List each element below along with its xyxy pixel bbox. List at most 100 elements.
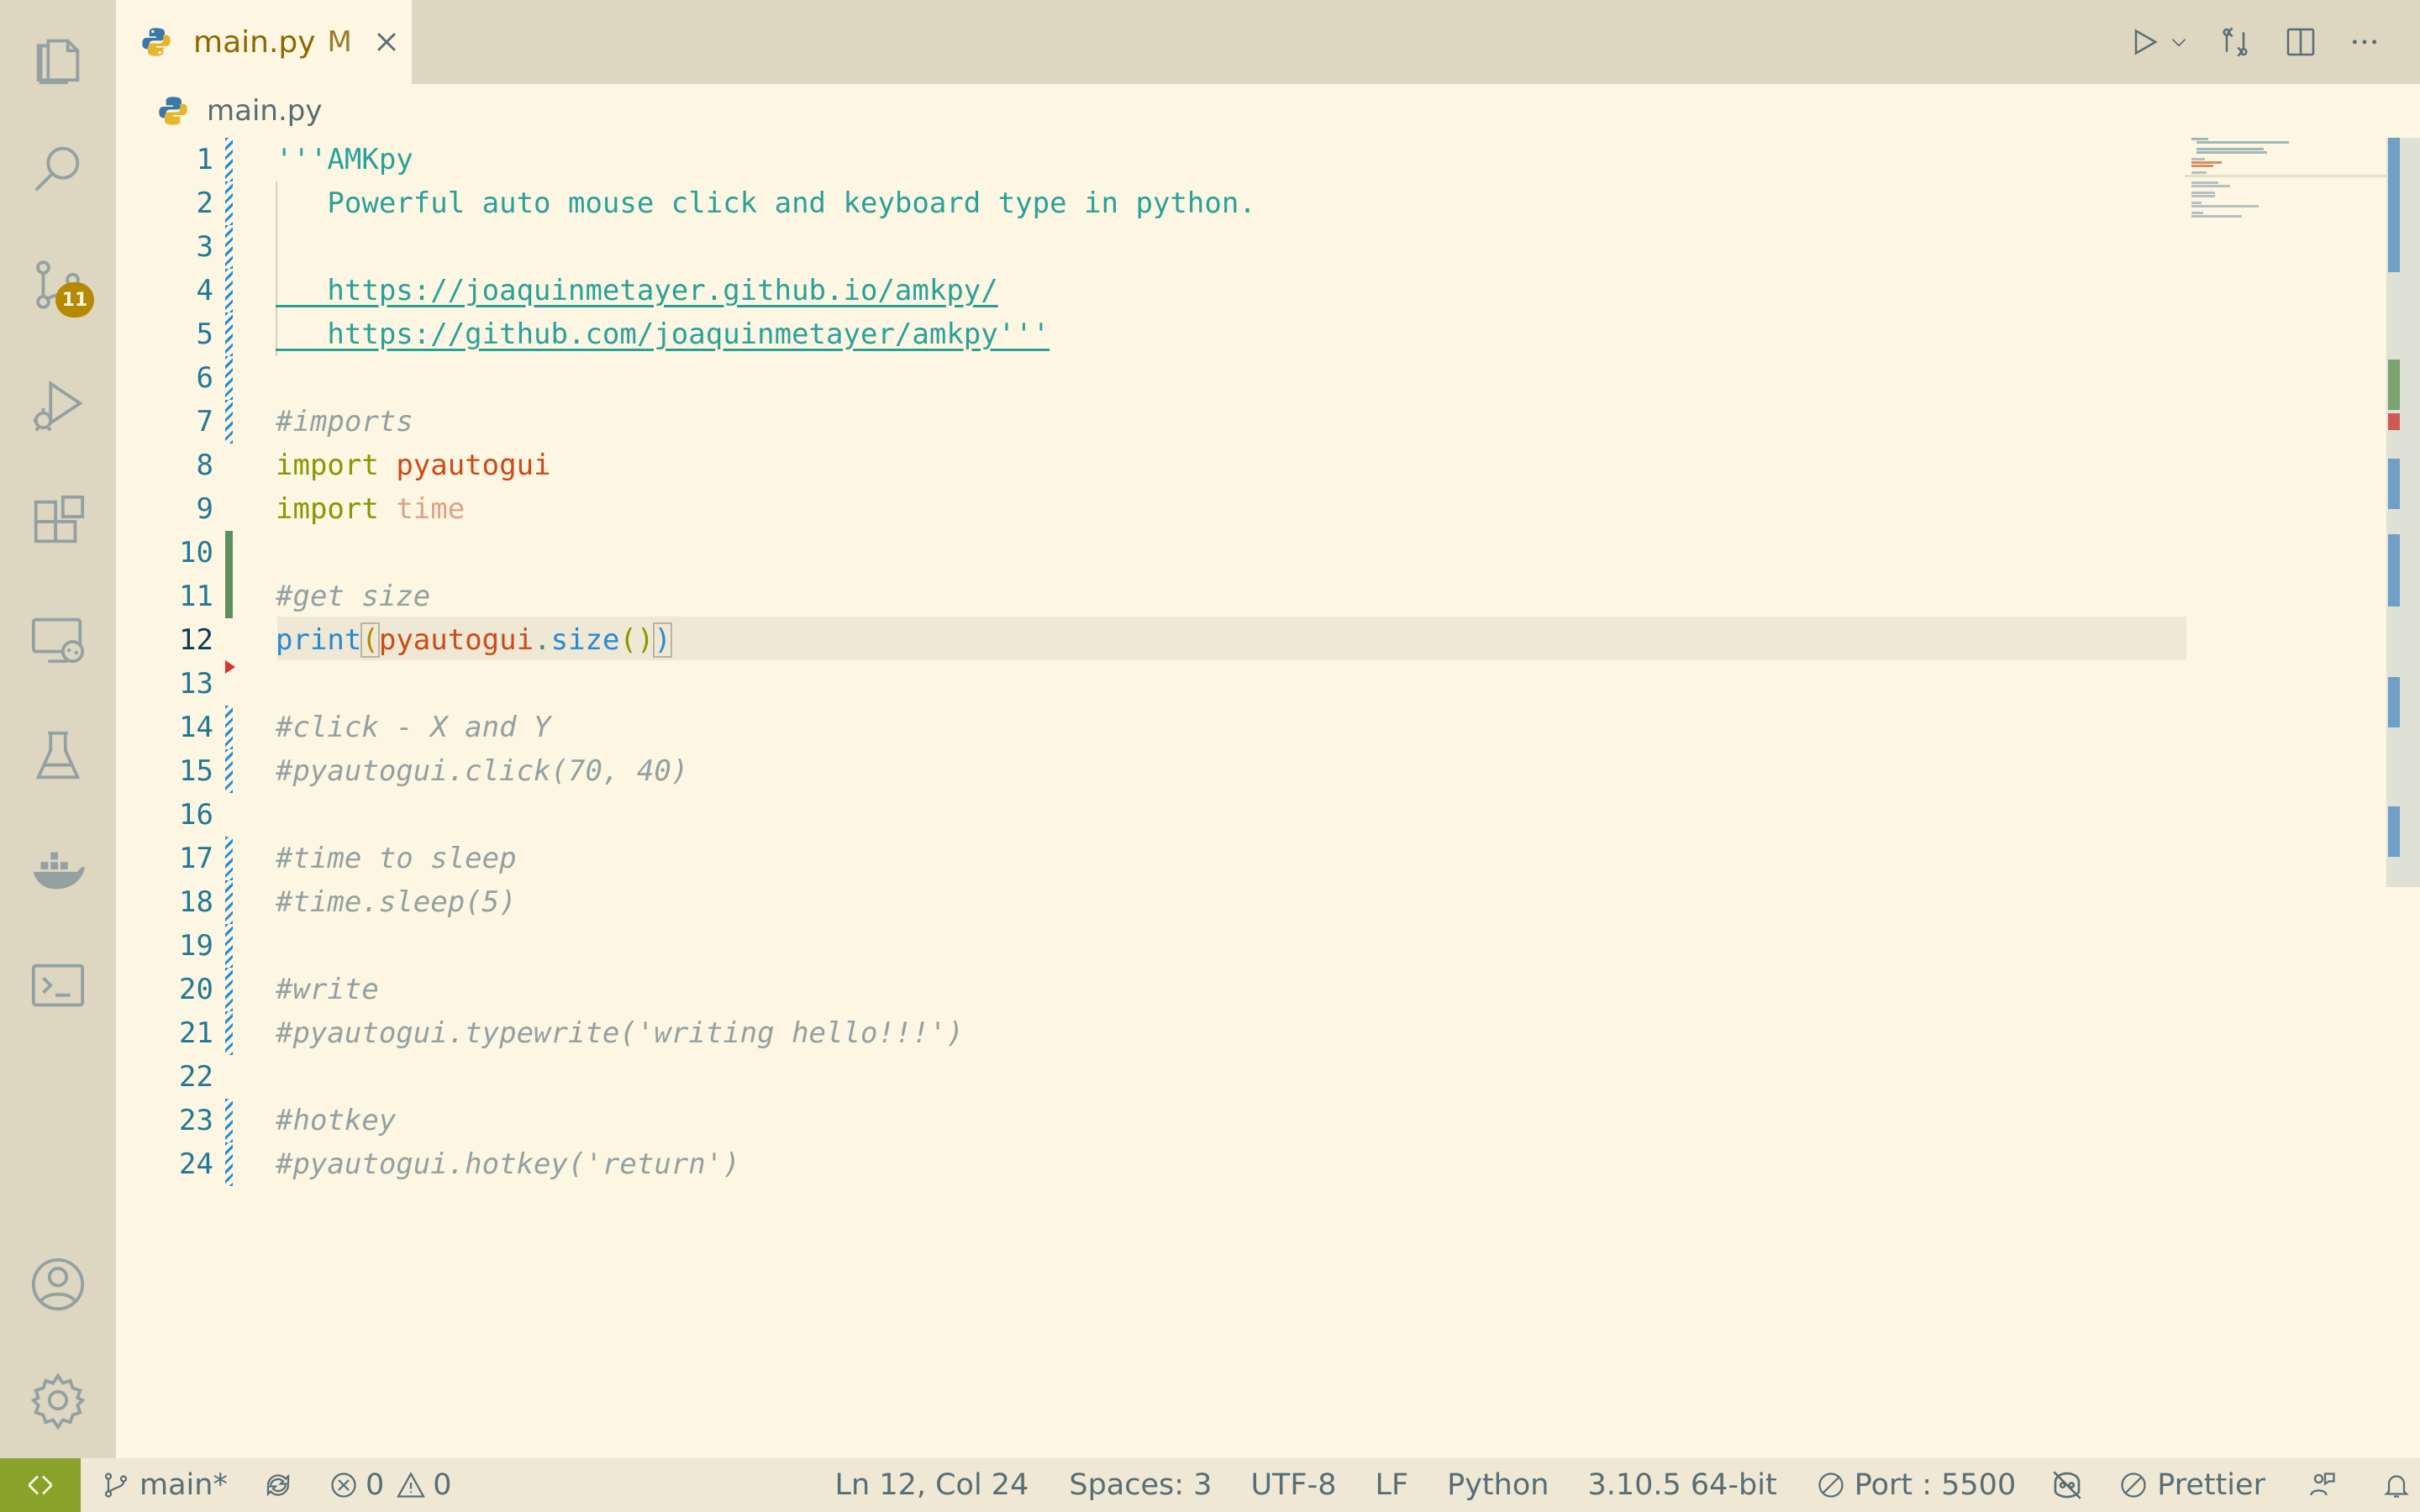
more-actions-button[interactable] [2348,0,2381,84]
line-number: 24 [179,1147,213,1181]
code-line[interactable]: 8 import pyautogui [116,444,2301,487]
source-control-icon[interactable]: 11 [0,239,116,331]
branch-indicator[interactable]: main* [101,1458,228,1512]
indentation-selector[interactable]: Spaces: 3 [1069,1458,1212,1512]
search-icon[interactable] [0,124,116,217]
code-comment: #pyautogui.typewrite('writing hello!!!') [276,1016,964,1050]
overview-modified-mark [2388,459,2400,509]
port-text: Port : 5500 [1854,1468,2017,1502]
close-icon[interactable] [372,28,401,56]
code-comment: #imports [276,405,413,438]
minimap[interactable] [2185,138,2386,239]
eol-selector[interactable]: LF [1375,1458,1408,1512]
code-comment: #time.sleep(5) [276,885,517,919]
terminal-icon[interactable] [0,939,116,1032]
live-server-port[interactable]: Port : 5500 [1816,1458,2017,1512]
modified-gutter-mark[interactable] [225,269,233,312]
indentation-text: Spaces: 3 [1069,1468,1213,1502]
explorer-icon[interactable] [0,12,116,104]
code-line[interactable]: 9 import time [116,487,2301,531]
code-line[interactable]: 4 https://joaquinmetayer.github.io/amkpy… [116,269,2301,312]
activity-bar: 11 [0,0,116,1458]
notifications-button[interactable] [2381,1458,2412,1512]
modified-gutter-mark[interactable] [225,706,233,749]
docker-icon[interactable] [0,823,116,916]
modified-gutter-mark[interactable] [225,181,233,225]
code-line[interactable]: 13 [116,660,2301,706]
tab-main-py[interactable]: main.py M [116,0,412,84]
code-line[interactable]: 10 [116,531,2301,575]
code-line[interactable]: 17 #time to sleep [116,837,2301,880]
branch-name: main* [139,1468,228,1502]
run-options-dropdown[interactable] [2168,0,2190,84]
code-line[interactable]: 11 #get size [116,575,2301,618]
modified-gutter-mark[interactable] [225,1142,233,1186]
cursor-position[interactable]: Ln 12, Col 24 [835,1458,1029,1512]
remote-indicator[interactable] [0,1458,81,1512]
sync-button[interactable] [263,1458,293,1512]
modified-gutter-mark[interactable] [225,1011,233,1055]
code-link[interactable]: https://github.com/joaquinmetayer/amkpy'… [276,312,1050,356]
code-line[interactable]: 20 #write [116,968,2301,1011]
deleted-lines-marker[interactable] [225,660,235,674]
line-number: 14 [179,711,213,744]
encoding-selector[interactable]: UTF-8 [1250,1458,1336,1512]
remote-icon [28,1475,53,1495]
modified-gutter-mark[interactable] [225,837,233,880]
code-line[interactable]: 7 #imports [116,400,2301,444]
modified-gutter-mark[interactable] [225,1099,233,1142]
code-text: '''AMKpy [276,143,413,176]
modified-gutter-mark[interactable] [225,312,233,356]
play-icon [2134,29,2158,55]
run-python-file-button[interactable] [2128,0,2161,84]
added-gutter-mark[interactable] [225,575,233,618]
code-line[interactable]: 18 #time.sleep(5) [116,880,2301,924]
code-line[interactable]: 12 print(pyautogui.size()) [116,618,2301,662]
breadcrumb-file[interactable]: main.py [207,94,322,128]
feedback-button[interactable] [2307,1458,2338,1512]
copilot-status[interactable] [2049,1458,2085,1512]
code-line[interactable]: 15 #pyautogui.click(70, 40) [116,749,2301,793]
ellipsis-icon [2352,39,2377,45]
modified-gutter-mark[interactable] [225,968,233,1011]
open-changes-button[interactable] [2218,0,2252,84]
overview-modified-mark [2388,138,2400,272]
code-line[interactable]: 23 #hotkey [116,1099,2301,1142]
line-number: 20 [179,973,213,1006]
copilot-disabled-icon [2053,1471,2081,1499]
code-line[interactable]: 16 [116,793,2301,837]
code-line[interactable]: 14 #click - X and Y [116,706,2301,749]
code-line[interactable]: 19 [116,924,2301,968]
prettier-status[interactable]: Prettier [2118,1458,2265,1512]
code-link[interactable]: https://joaquinmetayer.github.io/amkpy/ [276,269,997,312]
code-line[interactable]: 24 #pyautogui.hotkey('return') [116,1142,2301,1186]
problems-indicator[interactable]: 0 0 [329,1458,452,1512]
account-icon[interactable] [0,1238,116,1331]
remote-explorer-icon[interactable] [0,593,116,685]
modified-gutter-mark[interactable] [225,138,233,181]
modified-gutter-mark[interactable] [225,400,233,444]
source-control-badge: 11 [55,282,94,318]
run-debug-icon[interactable] [0,360,116,452]
added-gutter-mark[interactable] [225,531,233,575]
code-editor[interactable]: 1 '''AMKpy 2 Powerful auto mouse click a… [116,138,2420,1458]
code-line[interactable]: 1 '''AMKpy [116,138,2301,181]
code-line[interactable]: 21 #pyautogui.typewrite('writing hello!!… [116,1011,2301,1055]
code-line[interactable]: 2 Powerful auto mouse click and keyboard… [116,181,2301,225]
modified-gutter-mark[interactable] [225,356,233,400]
modified-gutter-mark[interactable] [225,924,233,968]
language-mode-selector[interactable]: Python [1447,1458,1549,1512]
modified-gutter-mark[interactable] [225,880,233,924]
code-line[interactable]: 5 https://github.com/joaquinmetayer/amkp… [116,312,2301,356]
interpreter-selector[interactable]: 3.10.5 64-bit [1587,1458,1776,1512]
code-line[interactable]: 3 [116,225,2301,269]
modified-gutter-mark[interactable] [225,225,233,269]
extensions-icon[interactable] [0,475,116,568]
code-line[interactable]: 6 [116,356,2301,400]
settings-gear-icon[interactable] [0,1354,116,1446]
split-editor-button[interactable] [2284,0,2317,84]
modified-gutter-mark[interactable] [225,749,233,793]
split-editor-icon [2286,28,2315,56]
testing-icon[interactable] [0,709,116,801]
code-line[interactable]: 22 [116,1055,2301,1099]
